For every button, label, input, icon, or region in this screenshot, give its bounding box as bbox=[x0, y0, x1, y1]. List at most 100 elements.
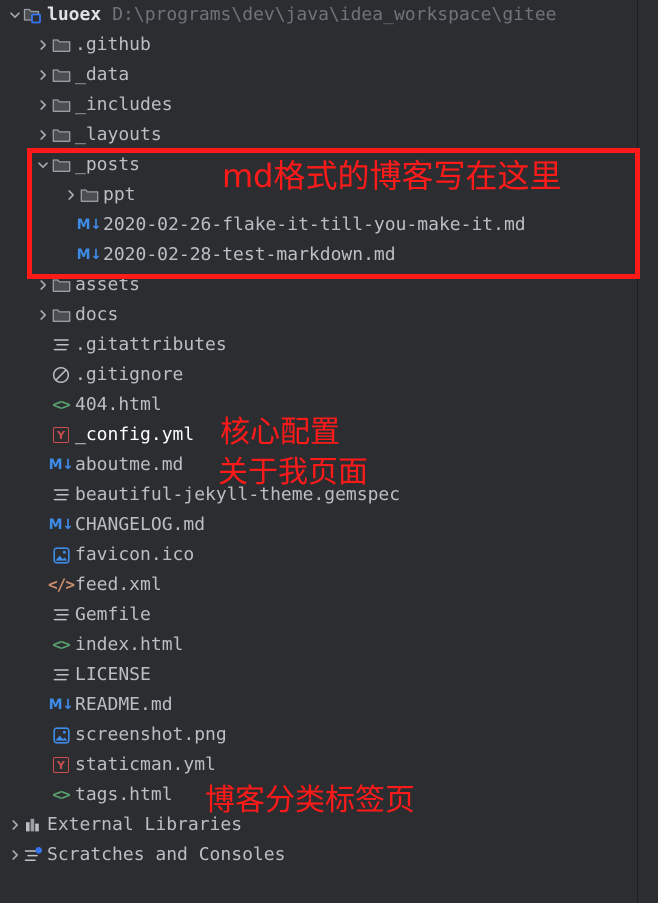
tree-row-label: _includes bbox=[75, 94, 173, 115]
tree-row[interactable]: .gitattributes bbox=[0, 330, 637, 360]
twisty-placeholder bbox=[36, 540, 50, 570]
tree-row-label: luoex bbox=[47, 4, 102, 25]
panel-divider bbox=[637, 0, 638, 903]
tree-row-label: Gemfile bbox=[75, 604, 151, 625]
chevron-right-icon[interactable] bbox=[8, 810, 22, 840]
tree-row-label: docs bbox=[75, 304, 119, 325]
xml-file-icon: </> bbox=[48, 575, 75, 594]
tree-row-label: .gitignore bbox=[75, 364, 184, 385]
chevron-right-icon[interactable] bbox=[64, 180, 78, 210]
chevron-right-icon[interactable] bbox=[36, 120, 50, 150]
tree-row-label: _layouts bbox=[75, 124, 162, 145]
yaml-file-icon: Y bbox=[50, 420, 72, 450]
tree-row-label: staticman.yml bbox=[75, 754, 216, 775]
twisty-placeholder bbox=[36, 360, 50, 390]
tree-row-label: assets bbox=[75, 274, 141, 295]
image-file-icon bbox=[50, 540, 72, 570]
tree-row-label: aboutme.md bbox=[75, 454, 184, 475]
tree-row[interactable]: _includes bbox=[0, 90, 637, 120]
tree-row[interactable]: docs bbox=[0, 300, 637, 330]
twisty-placeholder bbox=[36, 630, 50, 660]
twisty-placeholder bbox=[36, 390, 50, 420]
tree-row[interactable]: favicon.ico bbox=[0, 540, 637, 570]
tree-row-label: screenshot.png bbox=[75, 724, 227, 745]
tree-row-path: D:\programs\dev\java\idea_workspace\gite… bbox=[112, 4, 557, 25]
external-libraries-icon bbox=[22, 810, 44, 840]
tree-row-label: tags.html bbox=[75, 784, 173, 805]
tree-row[interactable]: Ystaticman.yml bbox=[0, 750, 637, 780]
folder-icon bbox=[50, 270, 72, 300]
annotation-aboutme-note: 关于我页面 bbox=[218, 455, 368, 490]
html-file-icon: <> bbox=[52, 635, 70, 654]
tree-row[interactable]: Scratches and Consoles bbox=[0, 840, 637, 870]
twisty-placeholder bbox=[36, 330, 50, 360]
annotation-posts-note: md格式的博客写在这里 bbox=[222, 157, 562, 195]
tree-row-label: Scratches and Consoles bbox=[47, 844, 286, 865]
tree-row-label: .github bbox=[75, 34, 151, 55]
twisty-placeholder bbox=[36, 750, 50, 780]
text-file-icon bbox=[50, 660, 72, 690]
tree-row[interactable]: <> index.html bbox=[0, 630, 637, 660]
tree-row[interactable]: Gemfile bbox=[0, 600, 637, 630]
twisty-placeholder bbox=[36, 660, 50, 690]
html-file-icon: <> bbox=[52, 785, 70, 804]
folder-icon bbox=[50, 60, 72, 90]
tree-row[interactable]: _data bbox=[0, 60, 637, 90]
tree-row[interactable]: M↓ 2020-02-28-test-markdown.md bbox=[0, 240, 637, 270]
text-file-icon bbox=[50, 600, 72, 630]
annotation-config-note: 核心配置 bbox=[220, 415, 340, 450]
project-tree-panel: luoex D:\programs\dev\java\idea_workspace… bbox=[0, 0, 658, 903]
folder-icon bbox=[50, 120, 72, 150]
tree-row[interactable]: M↓ CHANGELOG.md bbox=[0, 510, 637, 540]
markdown-icon: M↓ bbox=[48, 457, 74, 473]
tree-row-label: favicon.ico bbox=[75, 544, 195, 565]
tree-row-label: .gitattributes bbox=[75, 334, 227, 355]
markdown-icon: M↓ bbox=[76, 247, 102, 263]
tree-row[interactable]: assets bbox=[0, 270, 637, 300]
tree-row-label: 404.html bbox=[75, 394, 162, 415]
tree-row-label: _config.yml bbox=[75, 424, 195, 445]
chevron-down-icon[interactable] bbox=[8, 0, 22, 30]
folder-icon bbox=[78, 180, 100, 210]
chevron-right-icon[interactable] bbox=[36, 30, 50, 60]
markdown-icon: M↓ bbox=[76, 217, 102, 233]
tree-row[interactable]: .gitignore bbox=[0, 360, 637, 390]
markdown-icon: M↓ bbox=[48, 697, 74, 713]
tree-row-label: LICENSE bbox=[75, 664, 151, 685]
gitignore-icon bbox=[50, 360, 72, 390]
chevron-right-icon[interactable] bbox=[8, 840, 22, 870]
twisty-placeholder bbox=[36, 720, 50, 750]
tree-row[interactable]: LICENSE bbox=[0, 660, 637, 690]
tree-row-label: CHANGELOG.md bbox=[75, 514, 206, 535]
tree-row[interactable]: M↓ 2020-02-26-flake-it-till-you-make-it.m… bbox=[0, 210, 637, 240]
tree-row-label: _posts bbox=[75, 154, 141, 175]
tree-row[interactable]: </> feed.xml bbox=[0, 570, 637, 600]
folder-icon bbox=[50, 30, 72, 60]
text-file-icon bbox=[50, 480, 72, 510]
tree-row[interactable]: M↓ README.md bbox=[0, 690, 637, 720]
folder-icon bbox=[50, 90, 72, 120]
twisty-placeholder bbox=[36, 780, 50, 810]
chevron-right-icon[interactable] bbox=[36, 270, 50, 300]
tree-row-label: 2020-02-28-test-markdown.md bbox=[103, 244, 396, 265]
yaml-file-icon: Y bbox=[50, 750, 72, 780]
twisty-placeholder bbox=[36, 420, 50, 450]
tree-row-label: feed.xml bbox=[75, 574, 162, 595]
tree-row[interactable]: .github bbox=[0, 30, 637, 60]
chevron-down-icon[interactable] bbox=[36, 150, 50, 180]
tree-row-label: 2020-02-26-flake-it-till-you-make-it.md bbox=[103, 214, 526, 235]
text-file-icon bbox=[50, 330, 72, 360]
html-file-icon: <> bbox=[52, 395, 70, 414]
tree-row-label: index.html bbox=[75, 634, 184, 655]
tree-row-label: _data bbox=[75, 64, 130, 85]
tree-row[interactable]: luoex D:\programs\dev\java\idea_workspace… bbox=[0, 0, 637, 30]
tree-row-label: ppt bbox=[103, 184, 136, 205]
module-folder-icon bbox=[22, 0, 44, 30]
chevron-right-icon[interactable] bbox=[36, 90, 50, 120]
chevron-right-icon[interactable] bbox=[36, 60, 50, 90]
scratches-icon bbox=[22, 840, 44, 870]
tree-row[interactable]: _layouts bbox=[0, 120, 637, 150]
markdown-icon: M↓ bbox=[48, 517, 74, 533]
tree-row[interactable]: screenshot.png bbox=[0, 720, 637, 750]
chevron-right-icon[interactable] bbox=[36, 300, 50, 330]
